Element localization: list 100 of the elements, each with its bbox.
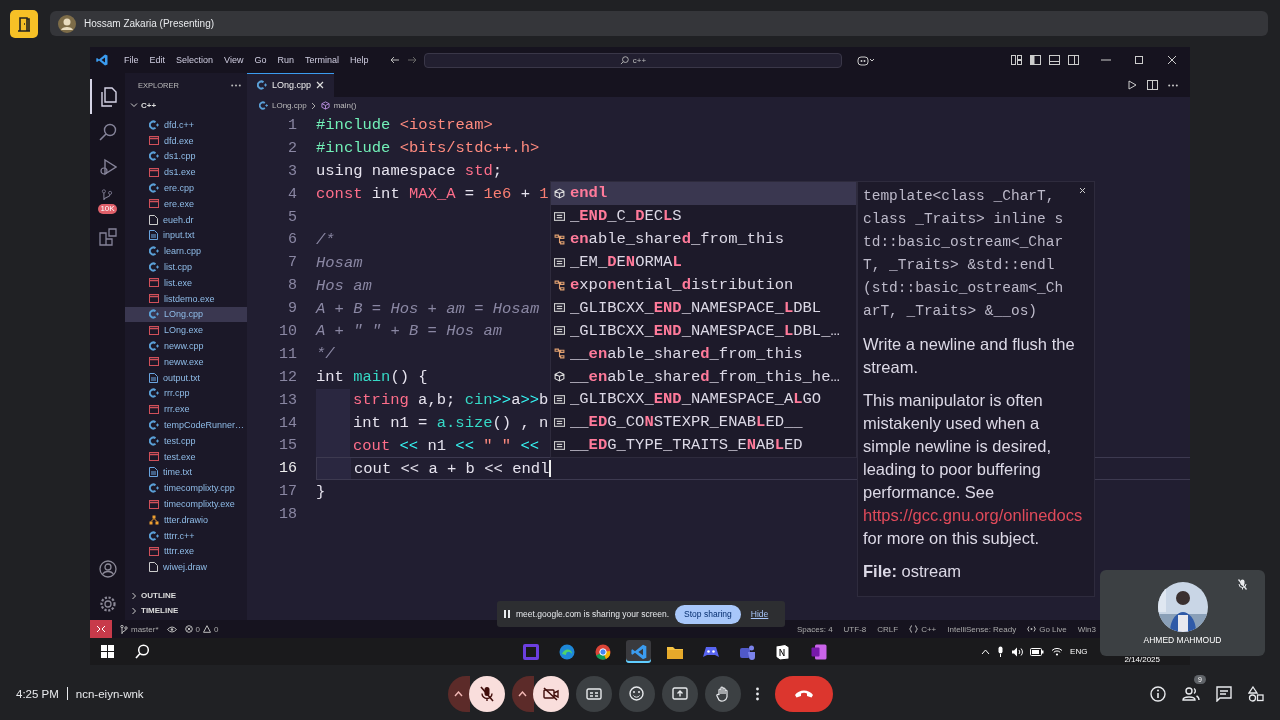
breadcrumb-item[interactable]: main() xyxy=(333,101,357,110)
stop-sharing-button[interactable]: Stop sharing xyxy=(675,604,741,624)
suggestion-item[interactable]: _END_C_DECLS xyxy=(551,204,856,228)
close-icon[interactable] xyxy=(1167,55,1177,65)
microphone-button[interactable] xyxy=(468,675,505,712)
layout-icon[interactable] xyxy=(1011,55,1022,65)
panel-toggle-icon[interactable] xyxy=(1049,55,1060,65)
date-text[interactable]: 2/14/2025 xyxy=(1124,655,1160,664)
menu-item[interactable]: View xyxy=(219,55,249,65)
breadcrumb-item[interactable]: LOng.cpp xyxy=(272,101,307,110)
tree-entry[interactable]: tttrr.c++ xyxy=(125,527,247,544)
split-editor-icon[interactable] xyxy=(1147,80,1158,90)
status-item[interactable]: Go Live xyxy=(1027,624,1067,634)
status-item[interactable]: Win3 xyxy=(1077,624,1096,634)
options-button[interactable] xyxy=(447,675,470,712)
tree-entry[interactable]: dfd.c++ xyxy=(125,117,247,133)
controller-icon[interactable] xyxy=(702,645,719,658)
section-header[interactable]: OUTLINE xyxy=(125,588,247,603)
suggestion-item[interactable]: _GLIBCXX_END_NAMESPACE_LDBL xyxy=(551,296,856,320)
section-header[interactable]: TIMELINE xyxy=(125,603,247,618)
tree-entry[interactable]: timecomplixty.cpp xyxy=(125,480,247,497)
menu-item[interactable]: Go xyxy=(249,55,272,65)
status-item[interactable]: UTF-8 xyxy=(843,624,867,634)
maximize-icon[interactable] xyxy=(1134,55,1144,65)
suggestion-item[interactable]: __EDG_TYPE_TRAITS_ENABLED xyxy=(551,433,856,457)
shapes-icon[interactable] xyxy=(1248,685,1264,702)
tree-entry[interactable]: timecomplixty.exe xyxy=(125,496,247,512)
menu-item[interactable]: Terminal xyxy=(299,55,344,65)
close-icon[interactable] xyxy=(1079,187,1086,194)
search-icon[interactable] xyxy=(135,644,150,659)
present-button[interactable] xyxy=(661,675,698,712)
suggestion-item[interactable]: __enable_shared_from_this_he… xyxy=(551,365,856,388)
blocks-icon[interactable] xyxy=(98,227,117,246)
files-icon[interactable] xyxy=(98,86,117,107)
tree-entry[interactable]: dfd.exe xyxy=(125,132,247,149)
square-app-icon[interactable] xyxy=(522,643,539,660)
swirl-icon[interactable] xyxy=(558,643,575,660)
folder-icon[interactable] xyxy=(666,644,683,659)
tree-entry[interactable]: listdemo.exe xyxy=(125,290,247,307)
raise-hand-button[interactable] xyxy=(704,675,741,712)
suggestion-item[interactable]: endl xyxy=(551,182,856,205)
more-icon[interactable] xyxy=(1168,83,1178,87)
tree-entry[interactable]: eueh.dr xyxy=(125,211,247,228)
menu-item[interactable]: File xyxy=(119,55,144,65)
folder-item[interactable]: C++ xyxy=(125,97,247,113)
language-indicator[interactable]: ENG xyxy=(1070,647,1088,656)
menu-item[interactable]: Selection xyxy=(171,55,219,65)
status-item[interactable]: CRLF xyxy=(877,624,899,634)
chat-icon[interactable] xyxy=(1216,685,1232,702)
tree-entry[interactable]: neww.cpp xyxy=(125,338,247,354)
captions-button[interactable] xyxy=(575,675,612,712)
people-icon[interactable] xyxy=(1182,686,1200,701)
split-icon[interactable] xyxy=(1068,55,1079,65)
close-icon[interactable] xyxy=(316,81,325,89)
tree-entry[interactable]: test.cpp xyxy=(125,432,247,449)
editor-tab[interactable]: LOng.cpp xyxy=(247,73,335,97)
notebook-icon[interactable] xyxy=(810,643,827,660)
robot-icon[interactable] xyxy=(857,54,875,66)
suggestion-item[interactable]: enable_shared_from_this xyxy=(551,227,856,251)
status-item[interactable]: Spaces: 4 xyxy=(797,624,833,634)
sidebar-toggle-icon[interactable] xyxy=(1030,55,1041,65)
battery-icon[interactable] xyxy=(1030,647,1045,656)
tree-entry[interactable]: ere.exe xyxy=(125,196,247,212)
windows-icon[interactable] xyxy=(101,645,114,658)
play-bug-icon[interactable] xyxy=(98,157,117,176)
status-item[interactable]: C++ xyxy=(909,624,937,634)
tree-entry[interactable]: learn.cpp xyxy=(125,243,247,260)
menu-item[interactable]: Edit xyxy=(144,55,171,65)
info-icon[interactable] xyxy=(1150,685,1166,702)
account-icon[interactable] xyxy=(98,560,117,578)
documentation-link[interactable]: https://gcc.gnu.org/onlinedocs xyxy=(863,506,1083,524)
tree-entry[interactable]: rrr.exe xyxy=(125,401,247,418)
suggestion-item[interactable]: _EM_DENORMAL xyxy=(551,250,856,274)
suggestion-item[interactable]: _GLIBCXX_END_NAMESPACE_LDBL_… xyxy=(551,319,856,343)
suggestion-item[interactable]: __enable_shared_from_this xyxy=(551,342,856,366)
problems-status[interactable]: 0 0 xyxy=(184,624,219,634)
emoji-button[interactable] xyxy=(618,675,655,712)
tree-entry[interactable]: output.txt xyxy=(125,369,247,386)
search-field[interactable]: c++ xyxy=(424,52,842,68)
hide-link[interactable]: Hide xyxy=(746,609,773,619)
tree-entry[interactable]: rrr.cpp xyxy=(125,385,247,402)
wifi-icon[interactable] xyxy=(1051,647,1064,656)
branch-icon[interactable] xyxy=(100,189,115,203)
microphone-icon[interactable] xyxy=(997,646,1005,657)
branch-status[interactable]: master* xyxy=(120,624,159,634)
tree-entry[interactable]: ere.cpp xyxy=(125,180,247,196)
menu-item[interactable]: Help xyxy=(344,55,374,65)
tree-entry[interactable]: ttter.drawio xyxy=(125,511,247,528)
ring-icon[interactable] xyxy=(594,643,611,660)
tree-entry[interactable]: tempCodeRunner… xyxy=(125,417,247,433)
tree-entry[interactable]: LOng.exe xyxy=(125,322,247,339)
speaker-icon[interactable] xyxy=(1011,646,1024,657)
tree-entry[interactable]: neww.exe xyxy=(125,353,247,370)
tree-entry[interactable]: ds1.exe xyxy=(125,164,247,181)
ribbon-icon[interactable] xyxy=(630,643,647,660)
tree-entry[interactable]: LOng.cpp xyxy=(125,306,247,323)
tree-entry[interactable]: tttrr.exe xyxy=(125,543,247,560)
eye-icon[interactable] xyxy=(166,625,177,633)
camera-button[interactable] xyxy=(532,675,569,712)
forward-icon[interactable] xyxy=(407,55,417,65)
